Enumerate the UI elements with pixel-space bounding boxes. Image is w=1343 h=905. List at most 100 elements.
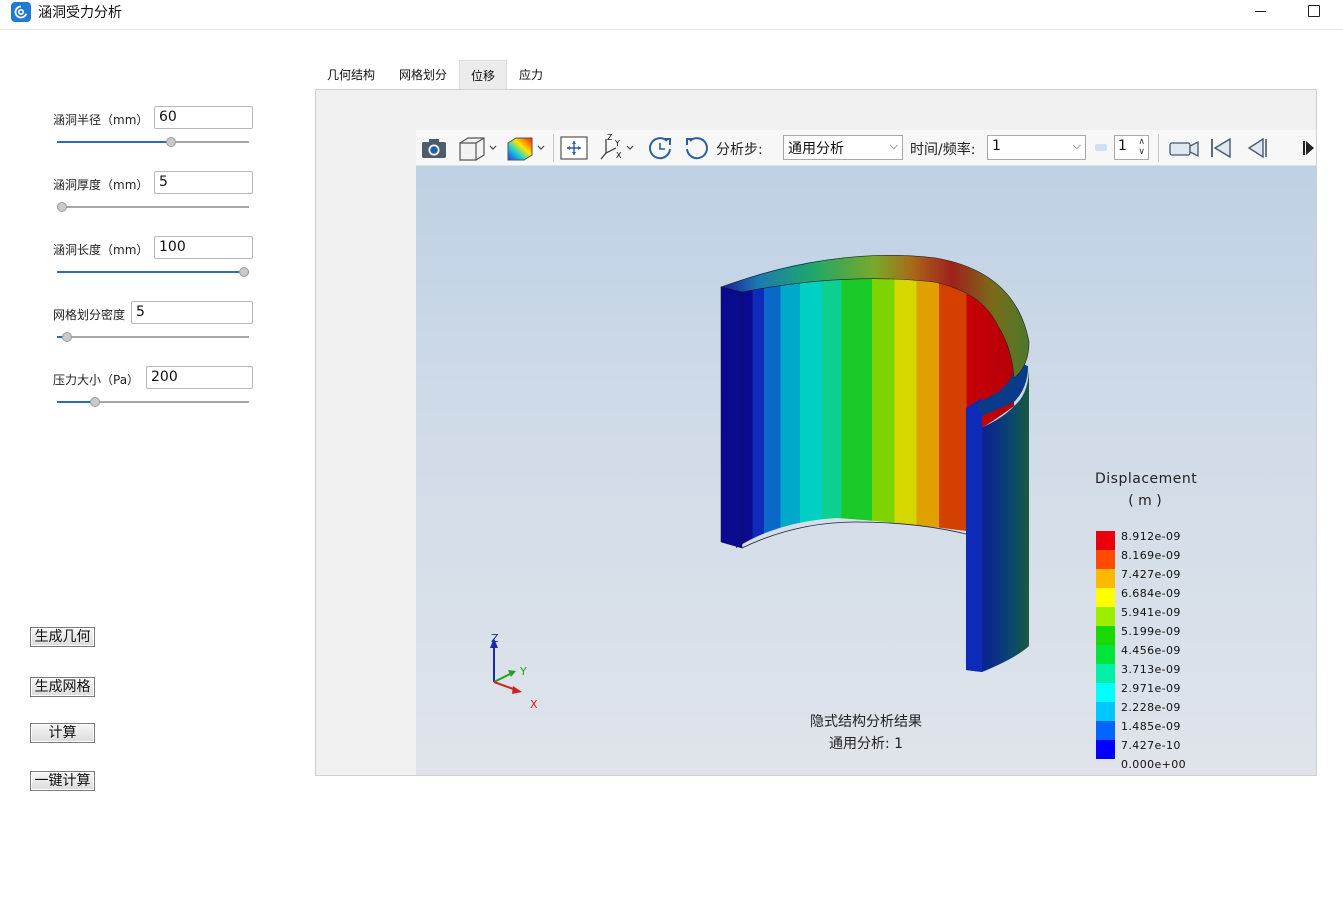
view-cube-icon[interactable] — [456, 133, 500, 163]
toolbar-separator — [1158, 134, 1159, 162]
slider-thumb[interactable] — [166, 137, 177, 147]
legend-band — [1096, 607, 1115, 626]
legend-band — [1096, 550, 1115, 569]
camera-icon[interactable] — [419, 133, 449, 163]
chevron-down-icon: ⌵ — [889, 139, 898, 152]
step-caption: 通用分析: 1 — [828, 736, 904, 752]
record-icon[interactable] — [1168, 133, 1200, 163]
legend-value: 7.427e-09 — [1121, 568, 1181, 581]
slider-fill — [57, 271, 244, 273]
rotate-ccw-icon[interactable] — [645, 133, 675, 163]
mesh-density-input[interactable]: 5 — [131, 301, 253, 324]
slider-thumb[interactable] — [239, 267, 249, 277]
legend-value: 6.684e-09 — [1121, 587, 1181, 600]
rotate-cw-icon[interactable] — [682, 133, 712, 163]
triad-z-label: Z — [491, 632, 499, 645]
app-icon — [11, 2, 31, 22]
maximize-button[interactable] — [1300, 0, 1330, 24]
slider-fill — [57, 141, 172, 143]
legend-band — [1096, 740, 1115, 759]
frame-spinbox[interactable]: 1 ∧ ∨ — [1114, 135, 1149, 160]
legend-value: 7.427e-10 — [1121, 739, 1181, 752]
radius-slider[interactable] — [57, 135, 249, 149]
prev-frame-icon[interactable] — [1246, 133, 1272, 163]
legend-band — [1096, 721, 1115, 740]
legend-value: 8.169e-09 — [1121, 549, 1181, 562]
length-input[interactable]: 100 — [154, 236, 253, 259]
generate-geometry-button[interactable]: 生成几何 — [30, 627, 95, 647]
svg-text:Z: Z — [607, 133, 613, 142]
color-map-icon[interactable] — [504, 133, 548, 163]
chevron-down-icon: ⌵ — [1072, 139, 1081, 152]
tab-displacement[interactable]: 位移 — [459, 60, 507, 89]
thickness-label: 涵洞厚度（mm） — [53, 178, 149, 192]
mesh-density-slider[interactable] — [57, 330, 249, 344]
legend-band — [1096, 702, 1115, 721]
svg-text:Y: Y — [614, 139, 620, 148]
slider-thumb[interactable] — [62, 332, 73, 342]
viewer-toolbar: Z Y X 分析步: 通用分析 ⌵ 时间/频率: 1 ⌵ 1 ∧ ∨ — [416, 130, 1316, 166]
legend-band — [1096, 645, 1115, 664]
legend-band — [1096, 531, 1115, 550]
legend-unit: ( m ) — [1128, 493, 1162, 509]
legend-value: 8.912e-09 — [1121, 530, 1181, 543]
length-label: 涵洞长度（mm） — [53, 243, 149, 257]
legend-value: 3.713e-09 — [1121, 663, 1181, 676]
analysis-step-label: 分析步: — [716, 142, 763, 158]
first-frame-icon[interactable] — [1208, 133, 1234, 163]
radius-input[interactable]: 60 — [154, 106, 253, 129]
compute-button[interactable]: 计算 — [30, 723, 95, 743]
thickness-slider[interactable] — [57, 200, 249, 214]
pressure-label: 压力大小（Pa） — [53, 373, 140, 387]
title-bar: 涵洞受力分析 — [0, 0, 1343, 30]
toolbar-separator — [553, 134, 554, 162]
legend-value: 1.485e-09 — [1121, 720, 1181, 733]
result-viewer[interactable]: Z Y X 分析步: 通用分析 ⌵ 时间/频率: 1 ⌵ 1 ∧ ∨ Z Y X… — [416, 130, 1316, 775]
frame-slider-handle[interactable] — [1095, 144, 1107, 151]
window-title: 涵洞受力分析 — [38, 5, 122, 21]
slider-thumb[interactable] — [89, 397, 100, 407]
tab-mesh[interactable]: 网格划分 — [388, 60, 458, 89]
next-frame-icon[interactable] — [1300, 133, 1316, 163]
legend-band — [1096, 664, 1115, 683]
legend-band — [1096, 626, 1115, 645]
time-frequency-value: 1 — [992, 138, 1001, 154]
mesh-density-label: 网格划分密度 — [53, 308, 126, 322]
length-slider[interactable] — [57, 265, 249, 279]
axes-icon[interactable]: Z Y X — [596, 133, 638, 163]
analysis-step-value: 通用分析 — [788, 141, 844, 157]
pressure-input[interactable]: 200 — [146, 366, 253, 389]
pressure-slider[interactable] — [57, 395, 249, 409]
time-frequency-select[interactable]: 1 ⌵ — [987, 135, 1086, 160]
tab-stress[interactable]: 应力 — [508, 60, 554, 89]
parameter-panel: 涵洞半径（mm） 60 涵洞厚度（mm） 5 涵洞长度（mm） 100 网格划分… — [0, 31, 300, 905]
legend-value: 2.971e-09 — [1121, 682, 1181, 695]
svg-text:X: X — [616, 151, 622, 160]
slider-thumb[interactable] — [57, 202, 67, 212]
frame-value: 1 — [1118, 138, 1127, 154]
analysis-step-select[interactable]: 通用分析 ⌵ — [783, 135, 903, 160]
legend-band — [1096, 683, 1115, 702]
generate-mesh-button[interactable]: 生成网格 — [30, 677, 95, 697]
legend-band — [1096, 569, 1115, 588]
left-edge-face — [720, 286, 743, 549]
result-caption: 隐式结构分析结果 — [810, 714, 922, 730]
front-edge-face — [966, 398, 982, 672]
legend-band — [1096, 588, 1115, 607]
legend-value: 5.199e-09 — [1121, 625, 1181, 638]
legend-colorbar — [1096, 531, 1115, 759]
one-click-compute-button[interactable]: 一键计算 — [30, 771, 95, 791]
minimize-button[interactable] — [1246, 0, 1280, 24]
fit-view-icon[interactable] — [558, 133, 590, 163]
thickness-input[interactable]: 5 — [154, 171, 253, 194]
time-frequency-label: 时间/频率: — [910, 142, 976, 158]
tab-geometry[interactable]: 几何结构 — [316, 60, 386, 89]
axis-triad: Z Y X — [490, 632, 538, 710]
triad-x-label: X — [530, 698, 538, 710]
radius-label: 涵洞半径（mm） — [53, 113, 149, 127]
spin-arrows-icon[interactable]: ∧ ∨ — [1138, 137, 1145, 157]
legend-value: 4.456e-09 — [1121, 644, 1181, 657]
legend-title: Displacement — [1095, 471, 1198, 487]
legend-value: 0.000e+00 — [1121, 758, 1187, 771]
legend-value: 5.941e-09 — [1121, 606, 1181, 619]
